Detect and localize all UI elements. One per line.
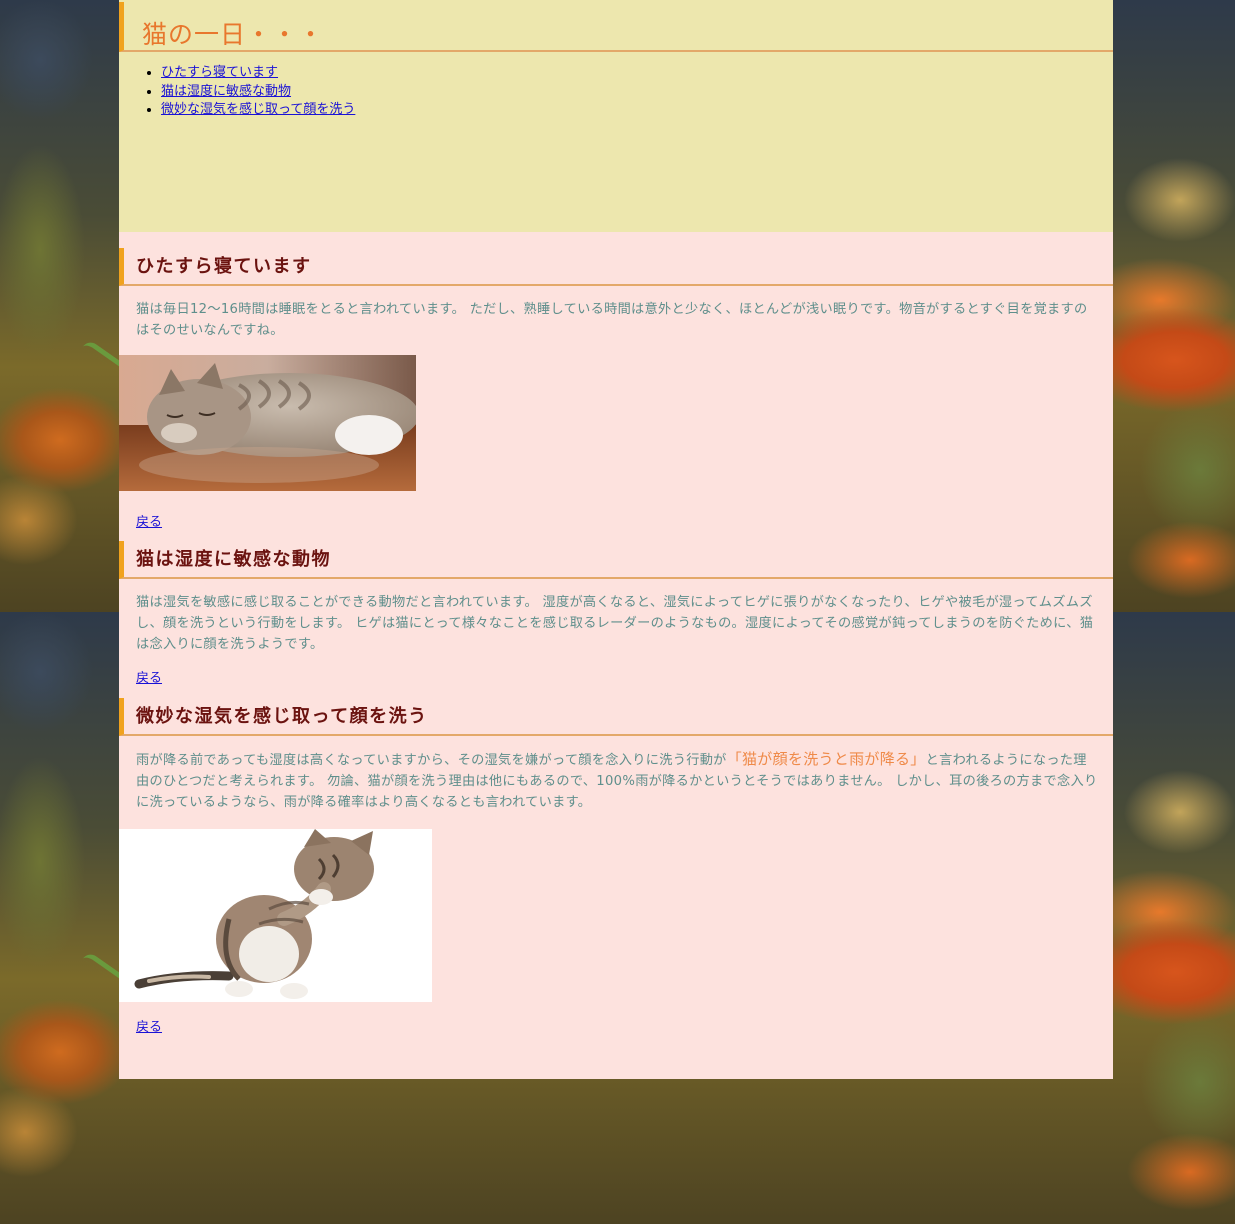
toc-link-sleeping[interactable]: ひたすら寝ています: [161, 65, 278, 80]
section-heading: ひたすら寝ています: [119, 248, 1113, 286]
section-sleeping: ひたすら寝ています 猫は毎日12～16時間は睡眠をとると言われています。 ただし…: [119, 232, 1113, 530]
section-paragraph: 猫は湿気を敏感に感じ取ることができる動物だと言われています。 湿度が高くなると、…: [136, 595, 1094, 652]
back-link[interactable]: 戻る: [136, 511, 162, 530]
toc-item: ひたすら寝ています: [161, 64, 1113, 83]
toc-item: 猫は湿度に敏感な動物: [161, 83, 1113, 102]
highlighted-phrase: 「猫が顔を洗うと雨が降る」: [726, 750, 926, 768]
sleeping-cat-photo: [119, 355, 416, 491]
section-paragraph: 猫は毎日12～16時間は睡眠をとると言われています。 ただし、熟睡している時間は…: [136, 302, 1088, 338]
section-face-washing: 微妙な湿気を感じ取って顔を洗う 雨が降る前であっても湿度は高くなっていますから、…: [119, 686, 1113, 1035]
back-link[interactable]: 戻る: [136, 1016, 162, 1035]
section-paragraph: 雨が降る前であっても湿度は高くなっていますから、その湿気を嫌がって顔を念入りに洗…: [119, 749, 1113, 813]
section-heading: 猫は湿度に敏感な動物: [119, 541, 1113, 579]
section-humidity: 猫は湿度に敏感な動物 猫は湿気を敏感に感じ取ることができる動物だと言われています…: [119, 530, 1113, 686]
main-content: 猫の一日・・・ ひたすら寝ています 猫は湿度に敏感な動物 微妙な湿気を感じ取って…: [119, 0, 1113, 1079]
toc-link-face-washing[interactable]: 微妙な湿気を感じ取って顔を洗う: [161, 102, 355, 117]
washing-cat-image: [119, 829, 432, 1002]
sleeping-cat-image: [119, 355, 416, 491]
page-header: 猫の一日・・・ ひたすら寝ています 猫は湿度に敏感な動物 微妙な湿気を感じ取って…: [119, 0, 1113, 232]
toc-item: 微妙な湿気を感じ取って顔を洗う: [161, 101, 1113, 120]
toc-link-humidity[interactable]: 猫は湿度に敏感な動物: [161, 84, 291, 99]
section-heading: 微妙な湿気を感じ取って顔を洗う: [119, 698, 1113, 736]
paragraph-text: 雨が降る前であっても湿度は高くなっていますから、その湿気を嫌がって顔を念入りに洗…: [136, 753, 727, 768]
washing-cat-photo: [119, 829, 432, 1002]
table-of-contents: ひたすら寝ています 猫は湿度に敏感な動物 微妙な湿気を感じ取って顔を洗う: [119, 64, 1113, 120]
page-title: 猫の一日・・・: [119, 2, 1113, 52]
back-link[interactable]: 戻る: [136, 667, 162, 686]
